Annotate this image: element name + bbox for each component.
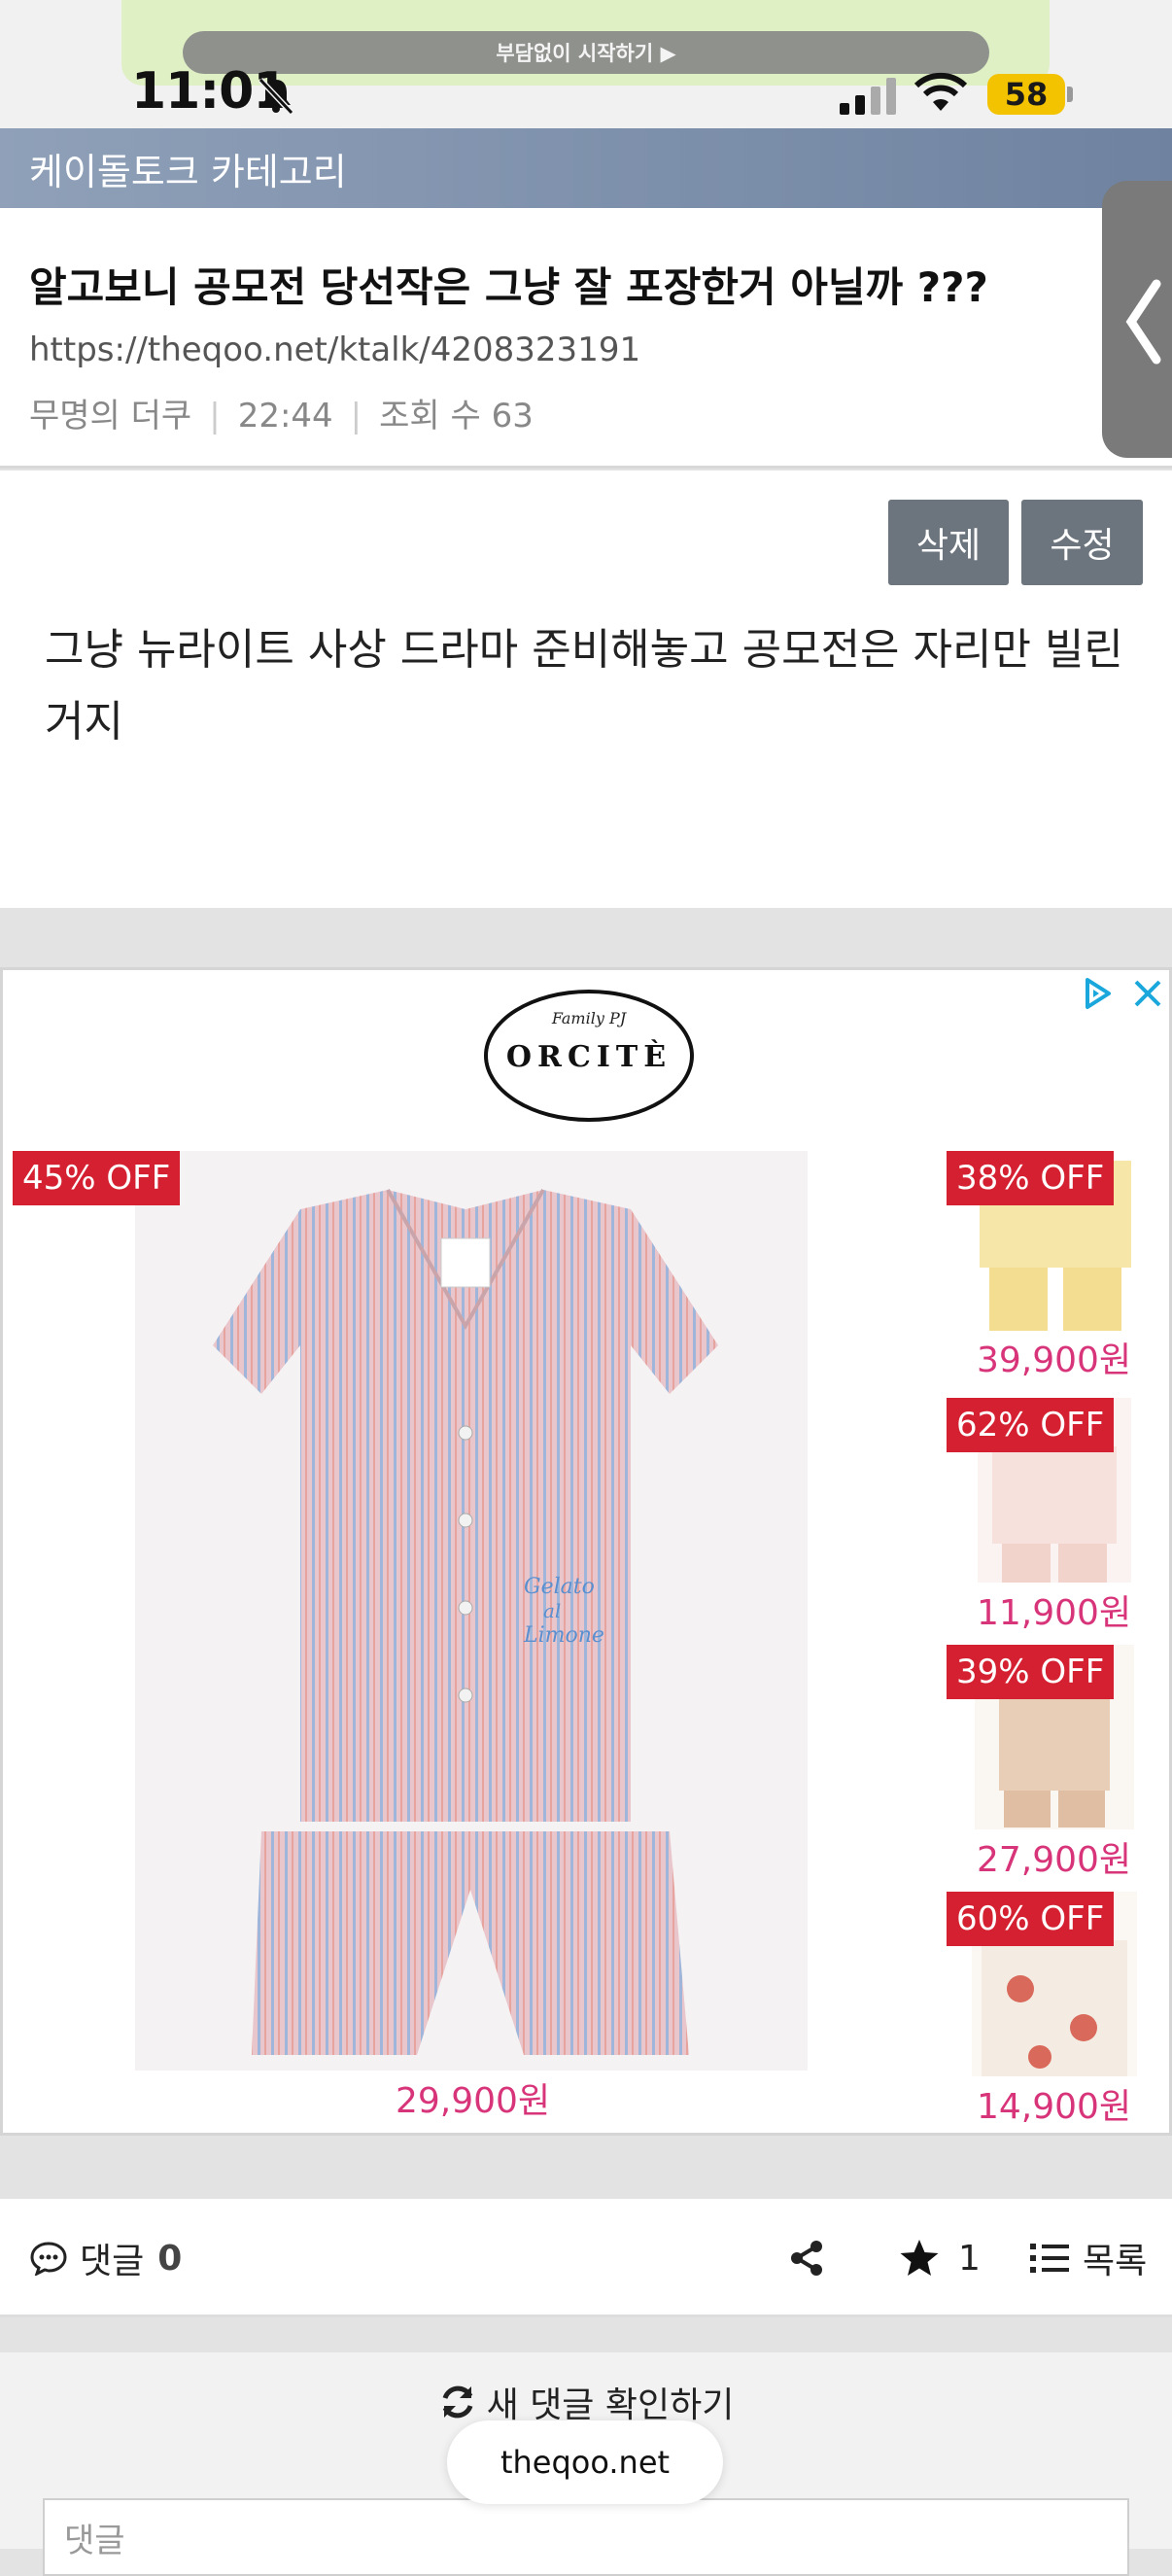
star-icon xyxy=(900,2240,939,2276)
post-views: 조회 수 63 xyxy=(379,397,534,435)
favorite-count: 1 xyxy=(958,2238,981,2279)
svg-text:al: al xyxy=(543,1599,561,1622)
comments-label: 댓글 xyxy=(80,2242,145,2281)
svg-text:Limone: Limone xyxy=(523,1623,604,1648)
post-meta: 무명의 더쿠 | 22:44 | 조회 수 63 xyxy=(29,397,534,435)
list-button[interactable]: 목록 xyxy=(1030,2199,1147,2317)
comment-toolbar: 댓글 0 1 목록 xyxy=(0,2199,1172,2317)
ad-banner[interactable]: Family PJ ORCITÈ Gelato al Limone 45% OF… xyxy=(0,967,1172,2136)
ad-logo-brand: ORCITÈ xyxy=(505,1040,672,1074)
ad-main-product-image[interactable]: Gelato al Limone xyxy=(135,1151,808,2071)
comments-count: 0 xyxy=(157,2238,183,2279)
post-body: 삭제 수정 그냥 뉴라이트 사상 드라마 준비해놓고 공모전은 자리만 빌린거지 xyxy=(0,470,1172,908)
ad-thumb-4-price: 14,900원 xyxy=(977,2087,1132,2127)
ad-main-price: 29,900원 xyxy=(396,2081,551,2121)
ad-logo-subtitle: Family PJ xyxy=(551,1009,627,1027)
list-label: 목록 xyxy=(1083,2242,1148,2281)
ad-thumb-1-price: 39,900원 xyxy=(977,1340,1132,1380)
favorite-button[interactable]: 1 xyxy=(898,2199,981,2317)
list-icon xyxy=(1030,2244,1069,2273)
chevron-left-icon xyxy=(1125,279,1161,365)
browser-domain-pill[interactable]: theqoo.net xyxy=(447,2420,723,2504)
ad-thumb-3-price: 27,900원 xyxy=(977,1840,1132,1880)
ad-thumb-2-badge: 62% OFF xyxy=(947,1398,1115,1452)
comments-toggle[interactable]: 댓글 0 xyxy=(29,2199,182,2317)
share-button[interactable] xyxy=(787,2199,826,2317)
side-panel-handle[interactable] xyxy=(1102,181,1172,458)
battery-indicator: 58 xyxy=(987,74,1065,115)
refresh-icon xyxy=(442,2385,473,2419)
ad-main-discount-badge: 45% OFF xyxy=(13,1151,181,1205)
cellular-signal-icon xyxy=(840,78,896,115)
post-header: 알고보니 공모전 당선작은 그냥 잘 포장한거 아닐까 ??? https://… xyxy=(0,208,1172,469)
bell-off-icon xyxy=(258,77,294,116)
post-title: 알고보니 공모전 당선작은 그냥 잘 포장한거 아닐까 ??? xyxy=(29,263,988,311)
ad-close-icon[interactable] xyxy=(1130,976,1165,1011)
wifi-icon xyxy=(913,72,968,111)
delete-button[interactable]: 삭제 xyxy=(888,500,1009,585)
share-icon xyxy=(791,2241,822,2276)
speech-bubble-icon xyxy=(30,2242,67,2276)
post-author: 무명의 더쿠 xyxy=(29,397,192,435)
ad-thumb-1-badge: 38% OFF xyxy=(947,1151,1115,1205)
ad-choices-icon[interactable] xyxy=(1080,976,1115,1011)
post-time: 22:44 xyxy=(237,397,333,435)
ad-thumb-2-price: 11,900원 xyxy=(977,1593,1132,1633)
battery-nub xyxy=(1067,87,1073,102)
comment-input[interactable]: 댓글 xyxy=(43,2498,1129,2576)
ad-brand-logo: Family PJ ORCITÈ xyxy=(484,990,694,1122)
svg-text:Gelato: Gelato xyxy=(524,1575,595,1599)
pajama-set-illustration: Gelato al Limone xyxy=(213,1189,718,2055)
ad-thumb-4-badge: 60% OFF xyxy=(947,1892,1115,1946)
post-content: 그냥 뉴라이트 사상 드라마 준비해놓고 공모전은 자리만 빌린거지 xyxy=(45,625,1123,747)
category-bar[interactable]: 케이돌토크 카테고리 xyxy=(0,128,1172,208)
post-url[interactable]: https://theqoo.net/ktalk/4208323191 xyxy=(29,331,640,369)
ad-thumb-3-badge: 39% OFF xyxy=(947,1645,1115,1699)
edit-button[interactable]: 수정 xyxy=(1021,500,1143,585)
banner-start-button[interactable]: 부담없이 시작하기 ▶ xyxy=(183,31,989,74)
